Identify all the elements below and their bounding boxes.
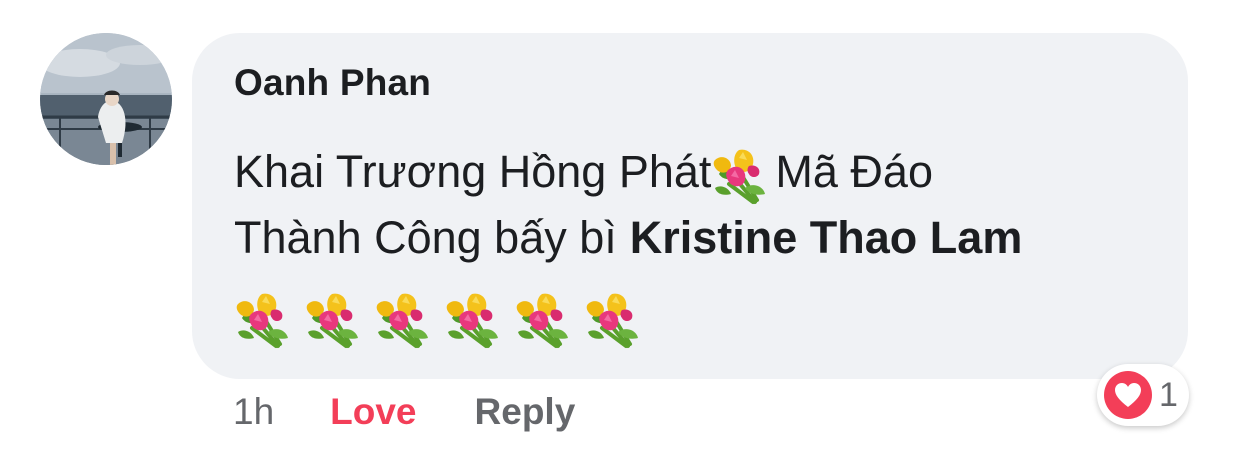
- comment-text-line-1: Khai Trương Hồng Phát Mã Đáo: [234, 140, 933, 204]
- reply-button[interactable]: Reply: [475, 391, 576, 433]
- love-button[interactable]: Love: [330, 391, 416, 433]
- reaction-count: 1: [1159, 375, 1178, 414]
- bouquet-icon: [232, 288, 296, 352]
- bouquet-icon: [709, 144, 773, 208]
- comment-text-segment: Khai Trương Hồng Phát: [234, 146, 712, 197]
- mention-link[interactable]: Kristine Thao Lam: [630, 212, 1023, 264]
- timestamp[interactable]: 1h: [233, 391, 274, 433]
- comment-container: Oanh Phan Khai Trương Hồng Phát Mã Đáo T…: [0, 0, 1242, 449]
- emoji-row: [232, 288, 646, 352]
- bouquet-icon: [302, 288, 366, 352]
- bouquet-icon: [512, 288, 576, 352]
- bouquet-icon: [442, 288, 506, 352]
- avatar-photo: [40, 33, 172, 165]
- bouquet-icon: [582, 288, 646, 352]
- comment-text-segment: Thành Công bấy bì: [234, 212, 617, 263]
- comment-text-segment: Mã Đáo: [775, 146, 933, 197]
- comment-author-name[interactable]: Oanh Phan: [234, 62, 431, 104]
- avatar[interactable]: [40, 33, 172, 165]
- heart-icon: [1104, 371, 1152, 419]
- comment-text-line-2: Thành Công bấy bì Kristine Thao Lam: [234, 212, 1022, 264]
- comment-actions: 1h Love Reply: [233, 391, 575, 433]
- bouquet-icon: [372, 288, 436, 352]
- reaction-summary[interactable]: 1: [1097, 364, 1189, 426]
